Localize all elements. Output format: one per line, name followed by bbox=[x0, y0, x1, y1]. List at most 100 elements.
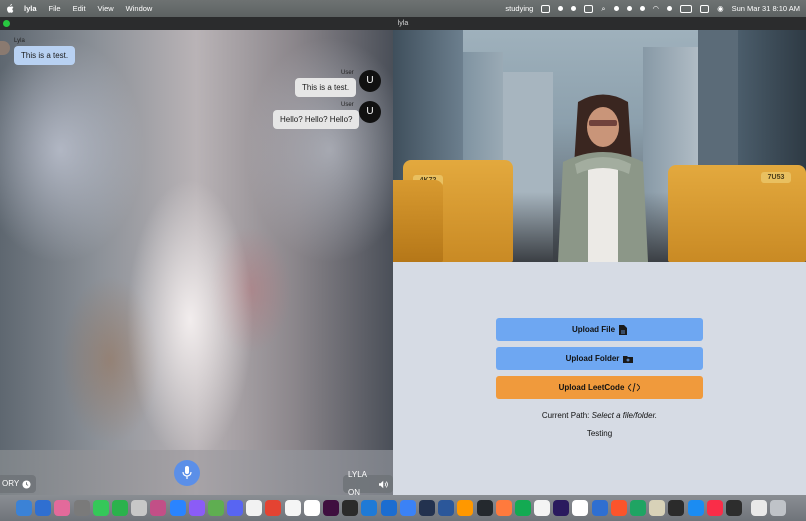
avatar-scene: 4K72 7U53 bbox=[393, 30, 806, 262]
finder2-icon[interactable] bbox=[591, 500, 608, 516]
taxi-left-rear bbox=[393, 180, 443, 262]
history-label: ORY bbox=[2, 479, 20, 488]
xcode-icon[interactable] bbox=[380, 500, 397, 516]
upload-file-button[interactable]: Upload File bbox=[496, 318, 703, 341]
upload-file-label: Upload File bbox=[571, 325, 616, 334]
wifi-icon[interactable]: ◠ bbox=[653, 4, 660, 13]
facetime-icon[interactable] bbox=[111, 500, 128, 516]
brave-icon[interactable] bbox=[610, 500, 627, 516]
notion-icon[interactable] bbox=[303, 500, 320, 516]
appstore-icon[interactable] bbox=[169, 500, 186, 516]
upload-leetcode-label: Upload LeetCode bbox=[558, 383, 625, 392]
siri-icon[interactable]: ◉ bbox=[717, 4, 724, 13]
control-center-icon[interactable] bbox=[700, 4, 710, 13]
photos-icon[interactable] bbox=[54, 500, 71, 516]
history-button[interactable]: ORY bbox=[0, 475, 37, 493]
user-avatar: U bbox=[359, 101, 381, 123]
code-icon bbox=[628, 383, 641, 392]
menu-file[interactable]: File bbox=[49, 4, 61, 13]
folder-plus-icon bbox=[623, 355, 634, 363]
user-avatar: U bbox=[359, 70, 381, 92]
status-text: Testing bbox=[586, 429, 613, 438]
upload-panel: Upload File Upload Folder Upload LeetCod… bbox=[393, 262, 806, 495]
menu-app-name[interactable]: lyla bbox=[24, 4, 37, 13]
window-title: lyla bbox=[397, 20, 409, 27]
mongodb-icon[interactable] bbox=[514, 500, 531, 516]
calendar-icon[interactable] bbox=[246, 500, 263, 516]
vscode-icon[interactable] bbox=[361, 500, 378, 516]
maps-icon[interactable] bbox=[207, 500, 224, 516]
upload-folder-button[interactable]: Upload Folder bbox=[496, 347, 703, 370]
github-icon[interactable] bbox=[476, 500, 493, 516]
clock-icon bbox=[22, 479, 31, 489]
microphone-icon bbox=[182, 466, 192, 479]
music-icon[interactable] bbox=[706, 500, 723, 516]
lyla-message-bubble: This is a test. bbox=[14, 46, 76, 65]
settings-icon[interactable] bbox=[73, 500, 90, 516]
preview-icon[interactable] bbox=[150, 500, 167, 516]
terminal-icon[interactable] bbox=[342, 500, 359, 516]
user-message-bubble: This is a test. bbox=[295, 78, 357, 97]
file-icon bbox=[619, 324, 628, 335]
notes-status-icon[interactable] bbox=[541, 4, 551, 13]
menu-window[interactable]: Window bbox=[126, 4, 153, 13]
launchpad-icon[interactable] bbox=[131, 500, 148, 516]
vpn-icon[interactable] bbox=[418, 500, 435, 516]
premiere-icon[interactable] bbox=[553, 500, 570, 516]
path-prefix: Current Path: bbox=[541, 411, 590, 420]
taxi-sign: 7U53 bbox=[761, 172, 791, 183]
timer-status-icon[interactable] bbox=[626, 6, 632, 11]
microphone-button[interactable] bbox=[174, 460, 200, 486]
cloud-icon[interactable] bbox=[35, 500, 52, 516]
upload-leetcode-button[interactable]: Upload LeetCode bbox=[496, 376, 703, 399]
path-value: Select a file/folder. bbox=[591, 411, 658, 420]
sheets-icon[interactable] bbox=[630, 500, 646, 516]
messenger-icon[interactable] bbox=[188, 500, 205, 516]
play-status-icon[interactable] bbox=[639, 6, 645, 11]
apple-icon[interactable] bbox=[6, 4, 14, 13]
chrome-icon[interactable] bbox=[534, 500, 551, 516]
lyla-avatar bbox=[0, 41, 10, 55]
translate-icon[interactable] bbox=[399, 500, 416, 516]
message-sender: User bbox=[341, 70, 354, 76]
pencil-icon[interactable] bbox=[495, 500, 512, 516]
window-zoom-button[interactable] bbox=[3, 20, 10, 27]
sync-icon[interactable] bbox=[725, 500, 742, 516]
finder-icon[interactable] bbox=[16, 500, 32, 516]
status-text[interactable]: studying bbox=[505, 4, 533, 13]
typewriter-icon[interactable] bbox=[649, 500, 666, 516]
current-path: Current Path: Select a file/folder. bbox=[393, 411, 806, 420]
window-title-bar: lyla bbox=[0, 17, 806, 30]
voice-toggle-button[interactable]: LYLA ON bbox=[343, 470, 393, 497]
menu-view[interactable]: View bbox=[98, 4, 114, 13]
todoist-icon[interactable] bbox=[265, 500, 282, 516]
word-icon[interactable] bbox=[438, 500, 455, 516]
focus-status-icon[interactable] bbox=[613, 6, 619, 11]
dock bbox=[0, 495, 806, 521]
user-message-bubble: Hello? Hello? Hello? bbox=[273, 110, 360, 129]
search-icon[interactable]: ⌕ bbox=[601, 4, 605, 14]
chat-controls: ORY LYLA ON bbox=[0, 450, 393, 497]
character-avatar bbox=[558, 94, 648, 262]
terminal2-icon[interactable] bbox=[668, 500, 685, 516]
cloud-status-icon[interactable] bbox=[558, 6, 564, 11]
reminders-icon[interactable] bbox=[572, 500, 589, 516]
files-icon[interactable] bbox=[751, 500, 768, 516]
menu-bar: lyla File Edit View Window studying ⌕ ◠ … bbox=[0, 0, 806, 17]
messages-icon[interactable] bbox=[92, 500, 109, 516]
message-sender: Lyla bbox=[14, 38, 25, 44]
menu-bar-extras: studying ⌕ ◠ ◉ Sun Mar 31 8:10 AM bbox=[505, 0, 800, 17]
sublime-icon[interactable] bbox=[457, 500, 474, 516]
notes-icon[interactable] bbox=[284, 500, 301, 516]
battery-icon[interactable] bbox=[680, 4, 693, 13]
record-status-icon[interactable] bbox=[667, 6, 673, 11]
trash-icon[interactable] bbox=[770, 500, 787, 516]
weather-status-icon[interactable] bbox=[571, 6, 577, 11]
discord-icon[interactable] bbox=[227, 500, 244, 516]
slack-icon[interactable] bbox=[323, 500, 339, 516]
menu-edit[interactable]: Edit bbox=[73, 4, 86, 13]
clock-text[interactable]: Sun Mar 31 8:10 AM bbox=[732, 4, 800, 13]
calendar-status-icon[interactable] bbox=[584, 4, 594, 13]
safari-icon[interactable] bbox=[687, 500, 704, 516]
upload-folder-label: Upload Folder bbox=[565, 354, 620, 363]
